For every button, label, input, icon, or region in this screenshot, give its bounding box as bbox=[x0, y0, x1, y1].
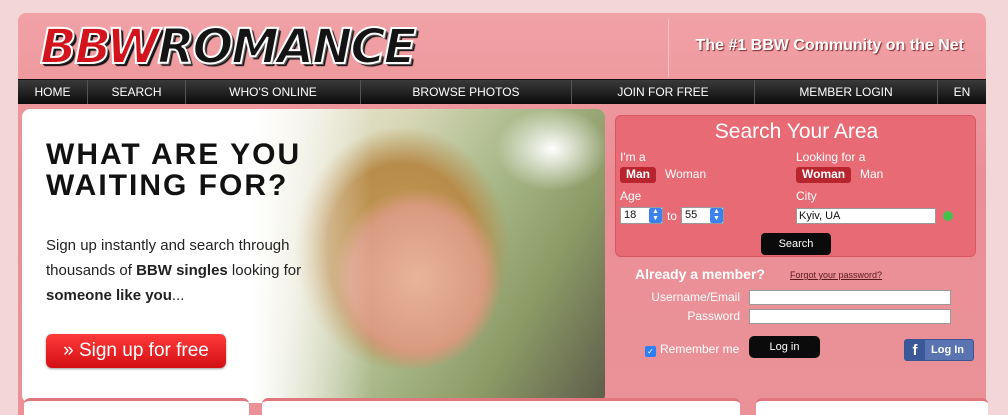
bottom-panel-right bbox=[756, 398, 988, 415]
hero-intro: Sign up instantly and search through tho… bbox=[46, 233, 316, 308]
hero-panel: WHAT ARE YOU WAITING FOR? Sign up instan… bbox=[22, 109, 605, 403]
logo-bbw: BBW bbox=[39, 18, 160, 76]
city-input[interactable]: Kyiv, UA bbox=[796, 208, 936, 224]
page-frame: BBWROMANCE The #1 BBW Community on the N… bbox=[18, 13, 986, 415]
chevron-updown-icon: ▲ ▼ bbox=[710, 208, 723, 223]
nav-language[interactable]: EN bbox=[938, 80, 986, 104]
username-label: Username/Email bbox=[651, 290, 740, 304]
facebook-login-button[interactable]: f Log In bbox=[904, 339, 974, 361]
site-logo[interactable]: BBWROMANCE bbox=[39, 18, 418, 76]
nav-search[interactable]: SEARCH bbox=[88, 80, 186, 104]
headline-line-2: WAITING FOR? bbox=[46, 169, 289, 202]
bottom-panel-left bbox=[24, 398, 249, 415]
password-field[interactable] bbox=[749, 309, 951, 324]
im-a-man-option[interactable]: Man bbox=[620, 167, 656, 183]
intro-text-2: looking for bbox=[227, 262, 302, 279]
city-label: City bbox=[796, 189, 817, 203]
intro-bold-2: someone like you bbox=[46, 287, 172, 304]
logo-romance: ROMANCE bbox=[157, 18, 418, 76]
search-title: Search Your Area bbox=[714, 120, 879, 143]
age-to-select[interactable]: 55 ▲ ▼ bbox=[681, 207, 724, 224]
facebook-icon: f bbox=[905, 340, 925, 360]
nav-whos-online[interactable]: WHO'S ONLINE bbox=[186, 80, 361, 104]
password-label: Password bbox=[687, 309, 740, 323]
login-button[interactable]: Log in bbox=[749, 336, 820, 358]
nav-home[interactable]: HOME bbox=[18, 80, 88, 104]
header-divider bbox=[668, 19, 669, 77]
search-panel: Search Your Area I'm a Man Woman Looking… bbox=[615, 115, 976, 257]
remember-label: Remember me bbox=[660, 342, 740, 356]
age-to-label: to bbox=[667, 209, 678, 223]
forgot-password-link[interactable]: Forgot your password? bbox=[790, 270, 882, 280]
looking-for-woman-option[interactable]: Woman bbox=[796, 167, 852, 183]
signup-button[interactable]: » Sign up for free bbox=[46, 334, 226, 368]
nav-join-free[interactable]: JOIN FOR FREE bbox=[572, 80, 755, 104]
im-a-label: I'm a bbox=[620, 150, 646, 164]
age-from-value: 18 bbox=[624, 209, 637, 221]
search-button[interactable]: Search bbox=[761, 233, 831, 255]
im-a-woman-option[interactable]: Woman bbox=[659, 167, 712, 183]
checkbox-icon[interactable]: ✓ bbox=[645, 346, 656, 357]
age-label: Age bbox=[620, 189, 642, 203]
intro-bold-1: BBW singles bbox=[136, 262, 228, 279]
headline-line-1: WHAT ARE YOU bbox=[46, 138, 302, 171]
age-to-value: 55 bbox=[685, 209, 698, 221]
main-nav: HOME SEARCH WHO'S ONLINE BROWSE PHOTOS J… bbox=[18, 79, 986, 104]
looking-for-label: Looking for a bbox=[796, 150, 866, 164]
intro-text-3: ... bbox=[171, 287, 185, 304]
bottom-panel-center bbox=[262, 398, 740, 415]
facebook-login-label: Log In bbox=[931, 344, 964, 356]
looking-for-man-option[interactable]: Man bbox=[854, 167, 889, 183]
site-header: BBWROMANCE The #1 BBW Community on the N… bbox=[18, 13, 986, 79]
hero-headline: WHAT ARE YOU WAITING FOR? bbox=[46, 139, 346, 201]
username-field[interactable] bbox=[749, 290, 951, 305]
member-title: Already a member? bbox=[635, 266, 765, 282]
remember-me[interactable]: ✓ Remember me bbox=[645, 342, 739, 357]
age-from-select[interactable]: 18 ▲ ▼ bbox=[620, 207, 663, 224]
chevron-updown-icon: ▲ ▼ bbox=[649, 208, 662, 223]
nav-browse-photos[interactable]: BROWSE PHOTOS bbox=[361, 80, 572, 104]
nav-member-login[interactable]: MEMBER LOGIN bbox=[755, 80, 938, 104]
site-tagline: The #1 BBW Community on the Net bbox=[695, 37, 964, 54]
check-icon bbox=[943, 211, 953, 221]
